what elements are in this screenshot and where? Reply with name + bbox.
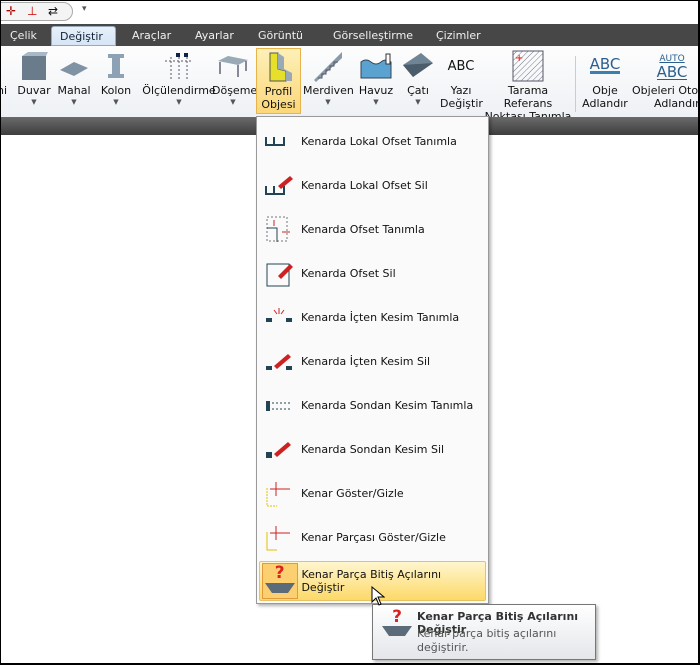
window-frame <box>0 0 700 665</box>
